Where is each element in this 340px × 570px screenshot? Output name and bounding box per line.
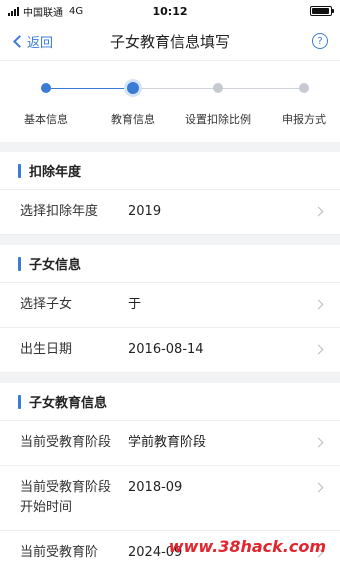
row-value: 2018-09 <box>128 480 183 495</box>
step-deduction-ratio: 设置扣除比例 <box>173 61 263 127</box>
site-watermark: www.38hack.com <box>168 537 326 556</box>
section-accent-bar <box>18 394 21 409</box>
step-label: 设置扣除比例 <box>185 113 251 126</box>
child-info-section: 子女信息 选择子女 于 出生日期 2016-08-14 <box>0 245 340 373</box>
navigation-bar: 返回 子女教育信息填写 ? <box>0 22 340 60</box>
progress-stepper: 基本信息 教育信息 设置扣除比例 申报方式 <box>0 60 340 142</box>
row-value: 于 <box>128 297 142 312</box>
step-dot <box>127 82 139 94</box>
deduction-year-section: 扣除年度 选择扣除年度 2019 <box>0 152 340 235</box>
birth-date-row[interactable]: 出生日期 2016-08-14 <box>0 328 340 373</box>
row-value: 学前教育阶段 <box>128 435 207 450</box>
status-bar: 中国联通 4G 10:12 <box>0 0 340 22</box>
step-dot <box>299 83 309 93</box>
section-header: 子女信息 <box>0 245 340 283</box>
chevron-left-icon <box>13 34 26 48</box>
section-header: 子女教育信息 <box>0 383 340 421</box>
step-dot <box>213 83 223 93</box>
education-start-row[interactable]: 当前受教育阶段开始时间 2018-09 <box>0 466 340 531</box>
row-label: 出生日期 <box>20 342 73 357</box>
chevron-right-icon <box>313 299 324 310</box>
row-label: 当前受教育阶 <box>20 545 99 560</box>
select-deduction-year-row[interactable]: 选择扣除年度 2019 <box>0 190 340 235</box>
row-label: 当前受教育阶段开始时间 <box>20 480 112 515</box>
chevron-right-icon <box>313 437 324 448</box>
battery-level <box>312 8 330 14</box>
step-label: 教育信息 <box>111 113 155 126</box>
chevron-right-icon <box>313 206 324 217</box>
section-gap <box>0 373 340 383</box>
question-circle-icon[interactable]: ? <box>312 33 328 49</box>
step-label: 申报方式 <box>282 113 326 126</box>
chevron-right-icon <box>313 482 324 493</box>
row-value: 2016-08-14 <box>128 342 204 357</box>
row-label: 选择扣除年度 <box>20 204 99 219</box>
step-dot <box>41 83 51 93</box>
section-title: 扣除年度 <box>29 165 82 180</box>
step-declaration-method: 申报方式 <box>259 61 340 127</box>
network-type: 4G <box>69 5 84 17</box>
section-accent-bar <box>18 163 21 178</box>
section-title: 子女教育信息 <box>29 396 108 411</box>
back-button[interactable]: 返回 <box>12 32 53 51</box>
battery-icon <box>310 6 334 16</box>
section-title: 子女信息 <box>29 258 82 273</box>
step-basic-info: 基本信息 <box>1 61 91 127</box>
step-education-info: 教育信息 <box>88 61 178 127</box>
section-accent-bar <box>18 256 21 271</box>
section-gap <box>0 142 340 152</box>
row-label: 当前受教育阶段 <box>20 435 112 450</box>
back-button-label: 返回 <box>27 35 54 51</box>
select-child-row[interactable]: 选择子女 于 <box>0 283 340 328</box>
chevron-right-icon <box>313 344 324 355</box>
row-value: 2019 <box>128 204 162 219</box>
section-gap <box>0 235 340 245</box>
signal-strength-icon <box>8 6 19 16</box>
section-header: 扣除年度 <box>0 152 340 190</box>
step-label: 基本信息 <box>24 113 68 126</box>
carrier-name: 中国联通 <box>23 7 63 19</box>
row-label: 选择子女 <box>20 297 73 312</box>
education-stage-row[interactable]: 当前受教育阶段 学前教育阶段 <box>0 421 340 466</box>
